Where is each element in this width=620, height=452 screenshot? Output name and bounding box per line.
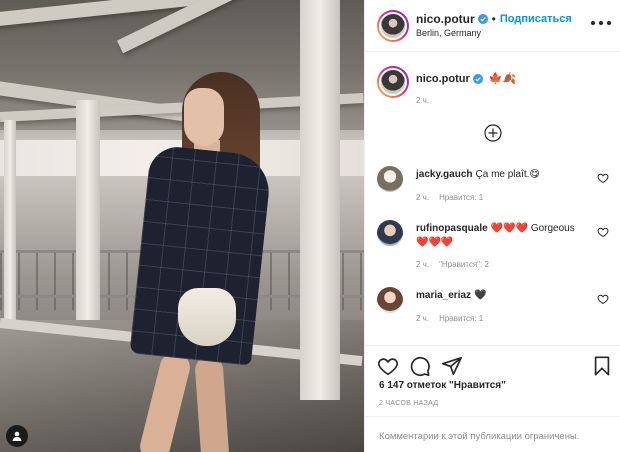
photo-pillar: [300, 0, 340, 400]
verified-badge-icon: [477, 14, 488, 24]
person-leg: [137, 350, 193, 452]
more-options-icon[interactable]: [591, 18, 611, 28]
author-avatar[interactable]: [377, 10, 409, 42]
comment-body: Ça me plaît.😋: [475, 169, 540, 180]
comment-text: jacky.gauch Ça me plaît.😋: [416, 168, 586, 182]
comment-avatar[interactable]: [377, 220, 403, 246]
comment-avatar[interactable]: [377, 287, 403, 313]
user-tags-icon[interactable]: [6, 425, 28, 447]
person-face: [184, 88, 224, 146]
comment-time[interactable]: 2 ч.: [416, 260, 429, 269]
comment-username[interactable]: rufinopasquale: [416, 223, 488, 234]
likes-count[interactable]: 6 147 отметок "Нравится": [379, 380, 506, 391]
share-icon[interactable]: [441, 355, 463, 377]
heart-icon[interactable]: [597, 293, 609, 305]
comment-username[interactable]: jacky.gauch: [416, 169, 473, 180]
comment-likes[interactable]: Нравится: 1: [439, 314, 483, 323]
comment-meta: 2 ч. Нравится: 1: [416, 314, 493, 323]
comment-username[interactable]: maria_eriaz: [416, 290, 471, 301]
like-heart-icon[interactable]: [377, 355, 399, 377]
verified-badge-icon: [472, 73, 483, 84]
photo-pillar: [76, 100, 100, 330]
person-leg: [194, 355, 230, 452]
photo-person: [100, 60, 290, 452]
caption-time[interactable]: 2 ч.: [416, 96, 429, 105]
separator-dot: •: [491, 12, 496, 26]
comments-limited-notice: Комментарии к этой публикации ограничены…: [379, 431, 580, 442]
comment-likes[interactable]: "Нравится": 2: [439, 260, 489, 269]
follow-button[interactable]: Подписаться: [500, 13, 572, 25]
caption-username[interactable]: nico.potur: [416, 73, 470, 85]
comment-likes[interactable]: Нравится: 1: [439, 193, 483, 202]
user-silhouette-icon: [12, 431, 22, 441]
comment-footer: Комментарии к этой публикации ограничены…: [365, 416, 620, 452]
comment-text: maria_eriaz 🖤: [416, 289, 586, 303]
heart-icon[interactable]: [597, 226, 609, 238]
post-photo[interactable]: [0, 0, 364, 452]
comment-body: 🖤: [474, 290, 487, 301]
person-bag: [178, 288, 236, 346]
load-more-comments-icon[interactable]: [484, 124, 502, 142]
caption-text: 🍁🍂: [488, 73, 517, 85]
post-header: nico.potur • Подписаться Berlin, Germany: [365, 0, 620, 52]
comment-text: rufinopasquale ❤️❤️❤️ Gorgeous❤️❤️❤️: [416, 222, 586, 250]
comment-icon[interactable]: [409, 355, 431, 377]
comment-meta: 2 ч. "Нравится": 2: [416, 260, 499, 269]
author-line: nico.potur • Подписаться: [416, 12, 572, 26]
post-location[interactable]: Berlin, Germany: [416, 28, 481, 38]
caption-line: nico.potur 🍁🍂: [416, 72, 517, 86]
post-timestamp[interactable]: 2 ЧАСОВ НАЗАД: [379, 400, 438, 407]
photo-pillar: [4, 120, 16, 320]
post-side-panel: nico.potur • Подписаться Berlin, Germany…: [364, 0, 620, 452]
comment-time[interactable]: 2 ч.: [416, 193, 429, 202]
caption-avatar[interactable]: [377, 66, 409, 98]
comment-time[interactable]: 2 ч.: [416, 314, 429, 323]
author-username[interactable]: nico.potur: [416, 12, 475, 26]
bookmark-icon[interactable]: [591, 355, 613, 377]
heart-icon[interactable]: [597, 172, 609, 184]
action-bar: [365, 345, 620, 385]
comment-meta: 2 ч. Нравится: 1: [416, 193, 493, 202]
comment-avatar[interactable]: [377, 166, 403, 192]
